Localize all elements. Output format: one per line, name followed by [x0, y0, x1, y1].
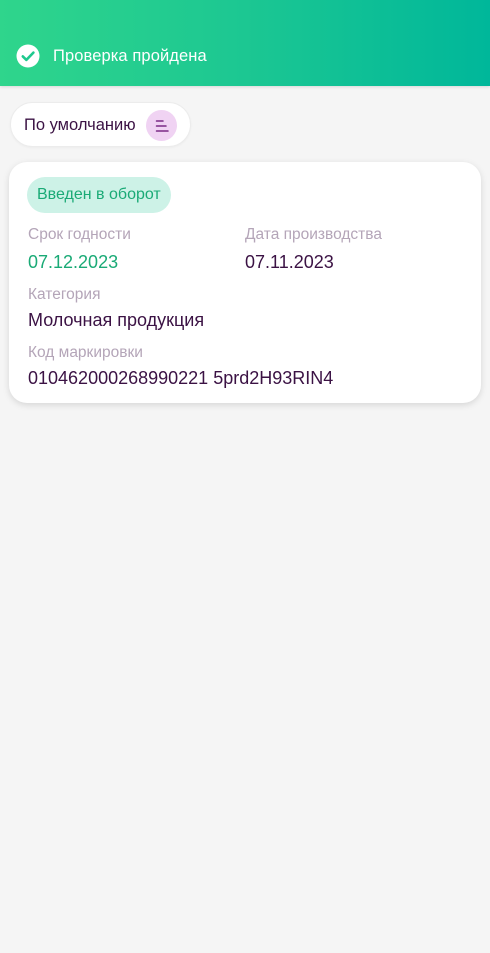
sort-lines-glyph	[155, 119, 169, 132]
marking-code-value: 010462000268990221 5prd2H93RIN4	[28, 368, 334, 388]
status-badge: Введен в оборот	[27, 177, 171, 213]
status-text: Проверка пройдена	[53, 47, 207, 65]
expiry-label: Срок годности	[28, 226, 131, 243]
category-label: Категория	[28, 286, 101, 303]
category-value: Молочная продукция	[28, 310, 205, 330]
verification-status: Проверка пройдена	[16, 44, 207, 68]
code-label: Код маркировки	[28, 344, 143, 361]
header-bar: Проверка пройдена	[0, 0, 490, 86]
expiry-value: 07.12.2023	[28, 252, 119, 272]
production-value: 07.11.2023	[245, 252, 334, 272]
sort-button[interactable]: По умолчанию	[10, 102, 191, 147]
product-card[interactable]: Введен в оборот Срок годности 07.12.2023…	[9, 162, 481, 403]
sort-label: По умолчанию	[24, 115, 136, 134]
production-label: Дата производства	[245, 226, 382, 243]
check-circle-icon	[16, 44, 40, 68]
sort-lines-icon	[146, 110, 177, 141]
